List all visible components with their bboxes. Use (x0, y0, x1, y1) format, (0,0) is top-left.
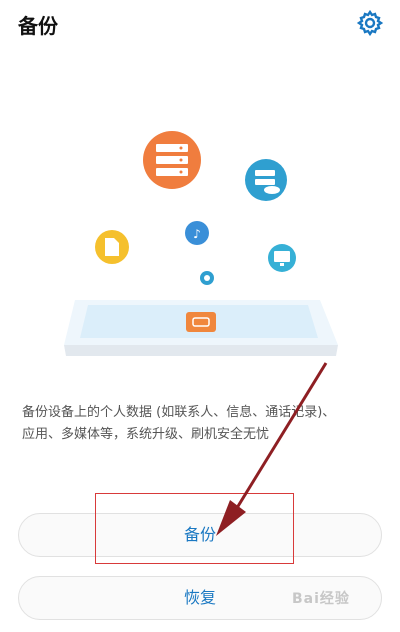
file-icon (95, 230, 129, 264)
svg-text:♪: ♪ (193, 227, 201, 241)
description-line-1: 备份设备上的个人数据 (如联系人、信息、通话记录)、 (22, 405, 336, 420)
app-icon (200, 271, 214, 285)
watermark: Bai经验 (292, 591, 350, 607)
monitor-icon (268, 244, 296, 272)
backup-button[interactable]: 备份 (18, 513, 382, 557)
backup-illustration: ♪ (64, 131, 338, 356)
music-icon: ♪ (185, 221, 209, 245)
database-icon (143, 131, 201, 189)
cloud-server-icon (245, 159, 287, 201)
gear-icon[interactable] (356, 9, 384, 37)
device-chip-icon (186, 312, 216, 332)
app-header: 备份 (0, 0, 400, 46)
page-title: 备份 (18, 14, 58, 38)
description-line-2: 应用、多媒体等，系统升级、刷机安全无忧 (22, 427, 270, 442)
backup-description: 备份设备上的个人数据 (如联系人、信息、通话记录)、 应用、多媒体等，系统升级、… (22, 402, 382, 446)
